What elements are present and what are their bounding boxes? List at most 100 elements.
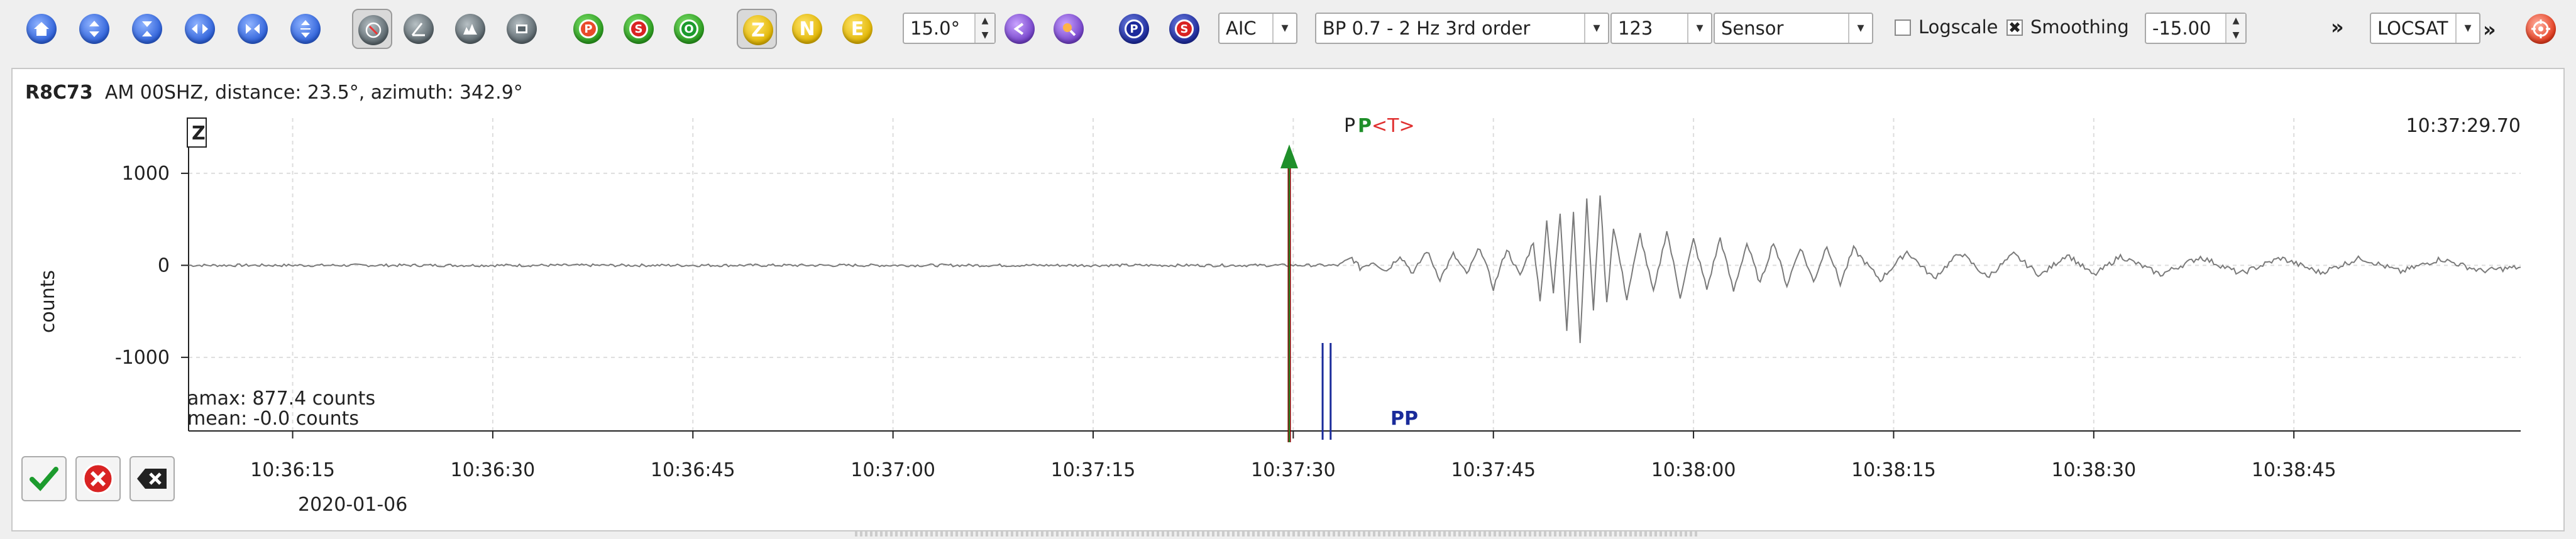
distance-input[interactable]: 15.0° ▲ ▼ [903, 13, 996, 44]
compass-icon [358, 15, 388, 45]
locator-select[interactable]: LOCSAT ▾ [2370, 13, 2480, 44]
component-n-button[interactable]: N [787, 9, 827, 49]
reject-button[interactable] [75, 456, 121, 501]
phase-p-label: P [1125, 19, 1143, 38]
distance-spinner[interactable]: ▲ ▼ [974, 14, 994, 43]
expand-vertical-icon [79, 14, 109, 44]
spin-up-icon[interactable]: ▲ [2226, 14, 2245, 28]
resize-handle[interactable] [855, 531, 1697, 536]
scale-up-button[interactable] [74, 9, 114, 49]
x-tick-label: 10:38:30 [2051, 459, 2136, 481]
time-expand-button[interactable] [180, 9, 220, 49]
filter-select[interactable]: BP 0.7 - 2 Hz 3rd order ▾ [1315, 13, 1609, 44]
align-button[interactable] [285, 9, 326, 49]
prev-trace-button[interactable] [999, 9, 1040, 49]
pick-p-button[interactable]: P [568, 9, 608, 49]
picker-method-select[interactable]: AIC ▾ [1218, 13, 1297, 44]
chevron-down-icon[interactable]: ▾ [1687, 14, 1711, 43]
toolbar-overflow-button-2[interactable]: » [2483, 18, 2496, 41]
chevron-down-icon[interactable]: ▾ [1848, 14, 1872, 43]
component-e-label: E [842, 14, 872, 44]
toolbar: P S O Z N E 15.0° ▲ ▼ P S AIC ▾ BP 0.7 -… [0, 0, 2576, 60]
x-tick-label: 10:37:45 [1451, 459, 1536, 481]
component-z-label: Z [743, 15, 773, 45]
mean-label: mean: -0.0 counts [187, 408, 359, 430]
trace-panel: R8C73 AM 00SHZ, distance: 23.5°, azimuth… [11, 68, 2565, 531]
time-compress-button[interactable] [233, 9, 273, 49]
pick-other-icon: O [674, 14, 704, 44]
x-tick-label: 10:36:15 [250, 459, 335, 481]
y-tick-label: -1000 [115, 347, 170, 369]
x-tick-label: 10:36:30 [451, 459, 536, 481]
toolbar-overflow-button[interactable]: » [2331, 15, 2344, 39]
y-tick-label: 0 [158, 254, 170, 276]
component-z-button[interactable]: Z [737, 9, 777, 49]
offset-value: -15.00 [2152, 18, 2211, 39]
trace-time-label: 10:37:29.70 [2406, 115, 2521, 137]
relocate-button[interactable] [2521, 9, 2561, 49]
spin-up-icon[interactable]: ▲ [976, 14, 994, 28]
x-tick-label: 10:37:30 [1251, 459, 1336, 481]
picker-method-value: AIC [1226, 18, 1257, 39]
chevron-down-icon[interactable]: ▾ [2455, 14, 2479, 43]
x-tick-label: 10:38:15 [1851, 459, 1936, 481]
magnify-button[interactable] [1049, 9, 1089, 49]
pick-s-icon: S [624, 14, 654, 44]
phase-p-button[interactable]: P [1114, 9, 1154, 49]
offset-spinner[interactable]: ▲ ▼ [2225, 14, 2245, 43]
plot-grid [189, 118, 2521, 431]
phase-s-button[interactable]: S [1164, 9, 1204, 49]
accept-button[interactable] [21, 456, 67, 501]
logscale-label: Logscale [1918, 16, 1998, 38]
component-e-button[interactable]: E [837, 9, 878, 49]
distance-value: 15.0° [910, 18, 960, 39]
trace-line-group [188, 195, 2521, 344]
x-tick-label: 10:38:45 [2252, 459, 2337, 481]
chevron-down-icon[interactable]: ▾ [1584, 14, 1608, 43]
channel-order-select[interactable]: 123 ▾ [1610, 13, 1712, 44]
chevron-down-icon[interactable]: ▾ [1272, 14, 1296, 43]
angle-button[interactable] [399, 9, 439, 49]
spin-down-icon[interactable]: ▼ [976, 28, 994, 43]
trace-waveform [188, 195, 2521, 344]
back-arrow-icon [1005, 14, 1035, 44]
phase-pp-label: PP [1390, 408, 1418, 430]
home-icon [26, 14, 57, 44]
logscale-checkbox[interactable] [1895, 19, 1911, 36]
record-icon [507, 14, 537, 44]
pick-other-button[interactable]: O [669, 9, 709, 49]
smoothing-checkbox[interactable]: ✖ [2006, 19, 2023, 36]
date-label: 2020-01-06 [298, 494, 407, 516]
x-tick-label: 10:38:00 [1651, 459, 1736, 481]
compress-horizontal-icon [238, 14, 268, 44]
scale-down-button[interactable] [127, 9, 167, 49]
seismogram-plot[interactable]: 10:36:15 10:36:30 10:36:45 10:37:00 10:37:15… [13, 69, 2566, 533]
pick-theoretical-p-label: P [1344, 115, 1355, 137]
compress-vertical-icon [132, 14, 162, 44]
expand-horizontal-icon [185, 14, 215, 44]
plot-axes: 10:36:15 10:36:30 10:36:45 10:37:00 10:37:15… [115, 118, 2521, 481]
pick-p-label: P [579, 19, 598, 38]
unit-mode-select[interactable]: Sensor ▾ [1714, 13, 1873, 44]
offset-input[interactable]: -15.00 ▲ ▼ [2145, 13, 2247, 44]
angle-icon [404, 14, 434, 44]
filter-value: BP 0.7 - 2 Hz 3rd order [1323, 18, 1531, 39]
x-tick-label: 10:37:00 [850, 459, 935, 481]
pick-s-button[interactable]: S [619, 9, 659, 49]
spectrum-button[interactable] [450, 9, 490, 49]
rotation-button[interactable] [352, 9, 392, 49]
target-icon [2526, 14, 2556, 44]
pick-marks [1280, 144, 1332, 442]
pick-other-label: O [680, 19, 698, 38]
checkmark-icon [30, 467, 58, 491]
spectrum-icon [455, 14, 485, 44]
home-button[interactable] [21, 9, 62, 49]
delete-left-icon [137, 469, 167, 489]
smoothing-label: Smoothing [2030, 16, 2129, 38]
record-button[interactable] [502, 9, 542, 49]
clear-button[interactable] [129, 456, 175, 501]
phase-s-icon: S [1169, 14, 1199, 44]
pick-p-icon: P [573, 14, 603, 44]
y-axis-label: counts [37, 270, 59, 333]
spin-down-icon[interactable]: ▼ [2226, 28, 2245, 43]
